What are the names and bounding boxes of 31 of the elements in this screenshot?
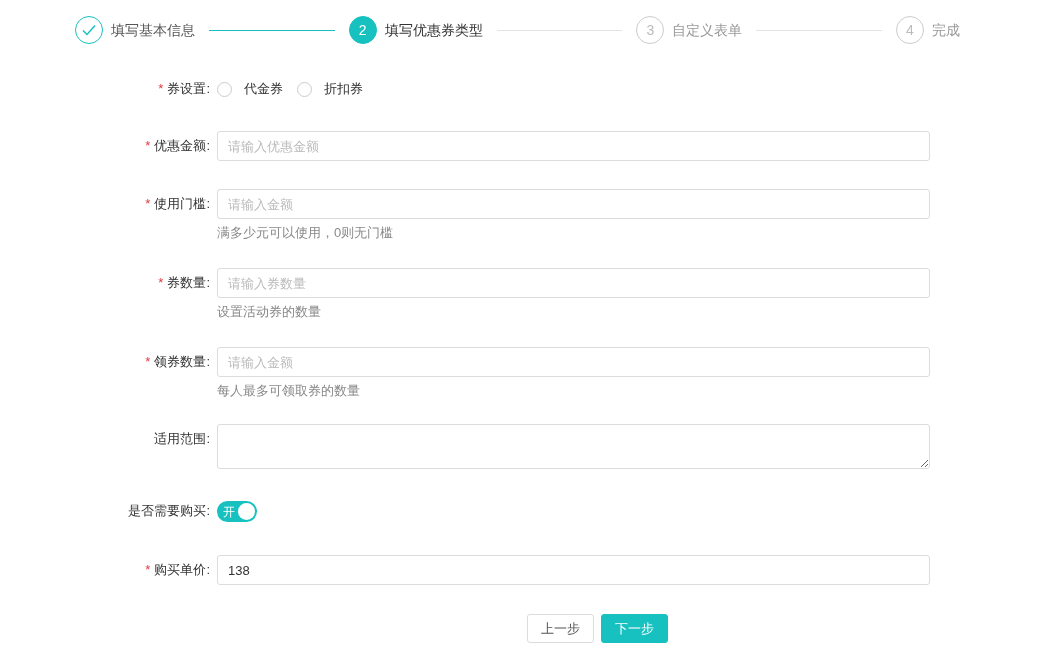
- required-mark: *: [158, 275, 164, 290]
- field-label: 购买单价:: [154, 562, 210, 577]
- hint-text: 设置活动券的数量: [217, 303, 322, 320]
- back-button[interactable]: 上一步: [526, 614, 594, 643]
- step-label: 完成: [932, 20, 960, 40]
- field-label: 优惠金额:: [154, 138, 210, 153]
- input-field[interactable]: 请输入券数量: [217, 268, 930, 298]
- radio-label[interactable]: 折扣券: [324, 79, 363, 99]
- required-mark: *: [145, 138, 151, 153]
- text-area[interactable]: [217, 424, 930, 469]
- input-field[interactable]: 请输入金额: [217, 347, 930, 377]
- input-field[interactable]: 请输入金额: [217, 189, 930, 219]
- hint-text: 每人最多可领取券的数量: [217, 382, 361, 399]
- field-label: 是否需要购买:: [128, 503, 210, 518]
- required-mark: *: [145, 354, 151, 369]
- field-label: 领券数量:: [154, 354, 210, 369]
- radio-label[interactable]: 代金券: [244, 79, 283, 99]
- field-label: 使用门槛:: [154, 196, 210, 211]
- step-number: 2: [348, 16, 377, 44]
- step-label: 自定义表单: [672, 20, 743, 40]
- step-label: 填写优惠券类型: [384, 20, 483, 40]
- field-label: 适用范围:: [154, 431, 210, 446]
- input-field[interactable]: 138: [217, 555, 930, 585]
- hint-text: 满多少元可以使用，0则无门槛: [217, 224, 395, 241]
- field-label: 券设置:: [167, 81, 210, 96]
- required-mark: *: [145, 562, 151, 577]
- step-label: 填写基本信息: [111, 20, 195, 40]
- required-mark: *: [158, 81, 164, 96]
- input-field[interactable]: 请输入优惠金额: [217, 131, 930, 161]
- required-mark: *: [145, 196, 151, 211]
- field-label: 券数量:: [167, 275, 210, 290]
